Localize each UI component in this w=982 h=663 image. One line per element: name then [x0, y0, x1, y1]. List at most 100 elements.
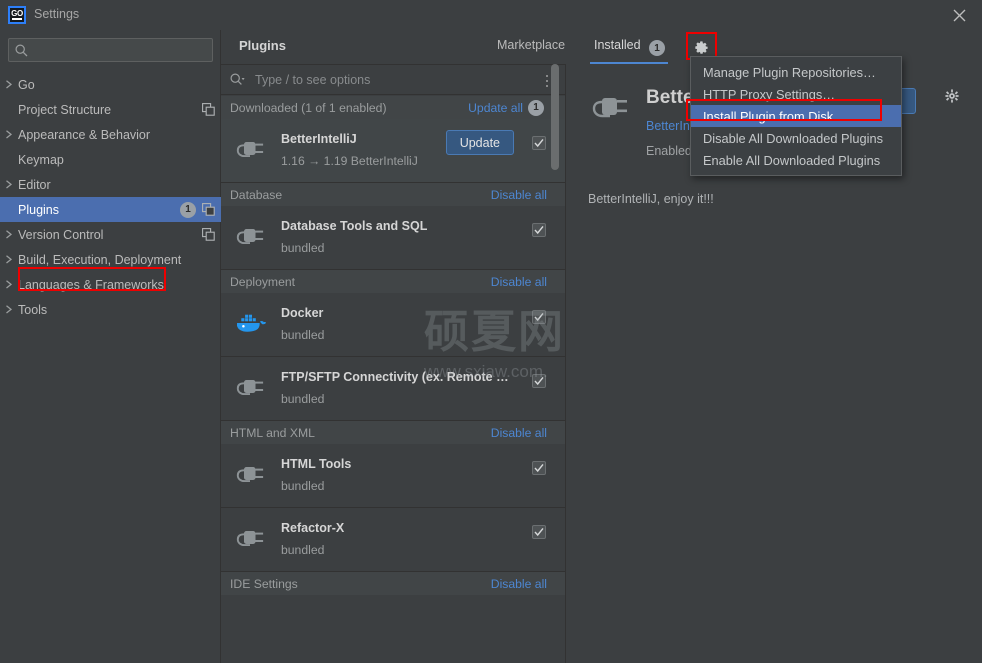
sidebar-item-label: Tools — [18, 302, 48, 317]
plugin-settings-gear-icon[interactable] — [691, 37, 711, 57]
sidebar-item-keymap[interactable]: Keymap — [0, 147, 221, 172]
plugin-settings-menu: Manage Plugin Repositories… HTTP Proxy Se… — [690, 56, 902, 176]
chevron-right-icon[interactable] — [0, 80, 18, 89]
menu-item-install-plugin-from-disk[interactable]: Install Plugin from Disk… — [691, 105, 901, 127]
scrollbar-thumb[interactable] — [551, 64, 559, 170]
detail-settings-gear-icon[interactable] — [942, 86, 962, 106]
chevron-right-icon[interactable] — [0, 280, 18, 289]
tab-marketplace[interactable]: Marketplace — [497, 38, 565, 52]
plugin-name: FTP/SFTP Connectivity (ex. Remote … — [281, 370, 509, 384]
plugin-enabled-checkbox[interactable] — [532, 525, 546, 539]
plugin-group-label: HTML and XML — [230, 425, 315, 440]
plugin-subtitle: bundled — [281, 392, 325, 406]
update-all-link[interactable]: Update all — [468, 101, 523, 115]
plugin-list: Downloaded (1 of 1 enabled) Update all 1 Be… — [221, 96, 566, 663]
settings-sidebar: Go Project Structure Appearance & Behavior… — [0, 30, 221, 663]
chevron-right-icon[interactable] — [0, 255, 18, 264]
plugin-group-label: IDE Settings — [230, 576, 298, 591]
sidebar-item-plugins[interactable]: Plugins 1 — [0, 197, 221, 222]
chevron-right-icon[interactable] — [0, 130, 18, 139]
plugin-name: Refactor-X — [281, 521, 345, 535]
page-title: Plugins — [239, 38, 286, 53]
disable-all-link[interactable]: Disable all — [491, 188, 547, 202]
plugin-detail-description: BetterIntelliJ, enjoy it!!! — [588, 192, 714, 206]
plugin-list-scrollbar[interactable] — [551, 30, 559, 597]
docker-whale-icon — [233, 307, 267, 341]
disable-all-link[interactable]: Disable all — [491, 275, 547, 289]
settings-dialog: GO Settings Go Project Structure Appearanc… — [0, 0, 982, 663]
plugin-list-item[interactable]: BetterIntelliJ 1.16 → 1.19 BetterIntelliJ… — [221, 119, 566, 182]
plugin-filter-bar[interactable]: Type / to see options — [221, 64, 566, 95]
plugin-enabled-checkbox[interactable] — [532, 374, 546, 388]
plugin-search-placeholder[interactable]: Type / to see options — [255, 73, 370, 87]
menu-item-http-proxy-settings[interactable]: HTTP Proxy Settings… — [691, 83, 901, 105]
plugin-subtitle: bundled — [281, 543, 325, 557]
copy-settings-icon[interactable] — [202, 203, 215, 216]
menu-item-disable-all-downloaded-plugins[interactable]: Disable All Downloaded Plugins — [691, 127, 901, 149]
copy-settings-icon[interactable] — [202, 228, 215, 241]
plugin-group-header: HTML and XML Disable all — [221, 421, 566, 444]
goland-go-icon: GO — [8, 6, 26, 24]
plugins-panel: Plugins Type / to see options Downloaded… — [221, 30, 566, 663]
sidebar-item-build-execution-deployment[interactable]: Build, Execution, Deployment — [0, 247, 221, 272]
plugin-subtitle: bundled — [281, 328, 325, 342]
menu-item-enable-all-downloaded-plugins[interactable]: Enable All Downloaded Plugins — [691, 149, 901, 171]
sidebar-item-languages-frameworks[interactable]: Languages & Frameworks — [0, 272, 221, 297]
plugin-list-item[interactable]: Docker bundled — [221, 293, 566, 356]
plugin-enabled-checkbox[interactable] — [532, 310, 546, 324]
plugin-plug-icon — [233, 133, 267, 167]
plugin-group-header: Database Disable all — [221, 183, 566, 206]
plugin-group-label: Deployment — [230, 274, 296, 289]
sidebar-item-label: Languages & Frameworks — [18, 277, 164, 292]
chevron-right-icon[interactable] — [0, 230, 18, 239]
plugin-group-label: Downloaded (1 of 1 enabled) — [230, 100, 387, 115]
sidebar-item-project-structure[interactable]: Project Structure — [0, 97, 221, 122]
installed-count-badge: 1 — [649, 40, 665, 56]
plugin-name: Docker — [281, 306, 324, 320]
plugin-list-item[interactable]: Database Tools and SQL bundled — [221, 206, 566, 269]
plugin-group-label: Database — [230, 187, 283, 202]
sidebar-item-editor[interactable]: Editor — [0, 172, 221, 197]
plugin-plug-icon — [233, 522, 267, 556]
window-title: Settings — [34, 7, 80, 21]
plugin-subtitle: bundled — [281, 479, 325, 493]
plugin-list-item[interactable]: FTP/SFTP Connectivity (ex. Remote … bundl… — [221, 357, 566, 420]
sidebar-item-indicators: 1 — [180, 197, 221, 222]
sidebar-item-indicators — [202, 97, 221, 122]
sidebar-item-label: Go — [18, 77, 35, 92]
sidebar-item-version-control[interactable]: Version Control — [0, 222, 221, 247]
sidebar-item-label: Project Structure — [18, 102, 112, 117]
plugin-group-header: Downloaded (1 of 1 enabled) Update all 1 — [221, 96, 566, 119]
tab-installed[interactable]: Installed — [594, 38, 641, 52]
sidebar-item-label: Appearance & Behavior — [18, 127, 151, 142]
plugin-plug-icon — [233, 458, 267, 492]
copy-settings-icon[interactable] — [202, 103, 215, 116]
plugin-name: HTML Tools — [281, 457, 352, 471]
chevron-right-icon[interactable] — [0, 305, 18, 314]
settings-tree: Go Project Structure Appearance & Behavior… — [0, 72, 221, 322]
close-icon[interactable] — [936, 0, 982, 30]
disable-all-link[interactable]: Disable all — [491, 577, 547, 591]
search-input[interactable] — [33, 41, 208, 60]
plugin-plug-icon — [233, 371, 267, 405]
plugin-enabled-checkbox[interactable] — [532, 136, 546, 150]
sidebar-item-label: Build, Execution, Deployment — [18, 252, 182, 267]
search-dropdown-icon[interactable] — [230, 73, 246, 92]
sidebar-item-go[interactable]: Go — [0, 72, 221, 97]
chevron-right-icon[interactable] — [0, 180, 18, 189]
plugin-enabled-checkbox[interactable] — [532, 461, 546, 475]
settings-search-box[interactable] — [8, 38, 213, 62]
plugin-update-button[interactable]: Update — [445, 130, 514, 155]
sidebar-item-label: Keymap — [18, 152, 64, 167]
plugin-list-item[interactable]: Refactor-X bundled — [221, 508, 566, 571]
menu-item-manage-plugin-repositories[interactable]: Manage Plugin Repositories… — [691, 61, 901, 83]
search-icon — [15, 44, 28, 62]
plugin-enabled-checkbox[interactable] — [532, 223, 546, 237]
plugin-detail-status: Enabled — [646, 144, 692, 158]
disable-all-link[interactable]: Disable all — [491, 426, 547, 440]
plugin-list-item[interactable]: HTML Tools bundled — [221, 444, 566, 507]
modified-count-badge: 1 — [180, 201, 196, 218]
sidebar-item-tools[interactable]: Tools — [0, 297, 221, 322]
plugin-subtitle: bundled — [281, 241, 325, 255]
sidebar-item-appearance-behavior[interactable]: Appearance & Behavior — [0, 122, 221, 147]
